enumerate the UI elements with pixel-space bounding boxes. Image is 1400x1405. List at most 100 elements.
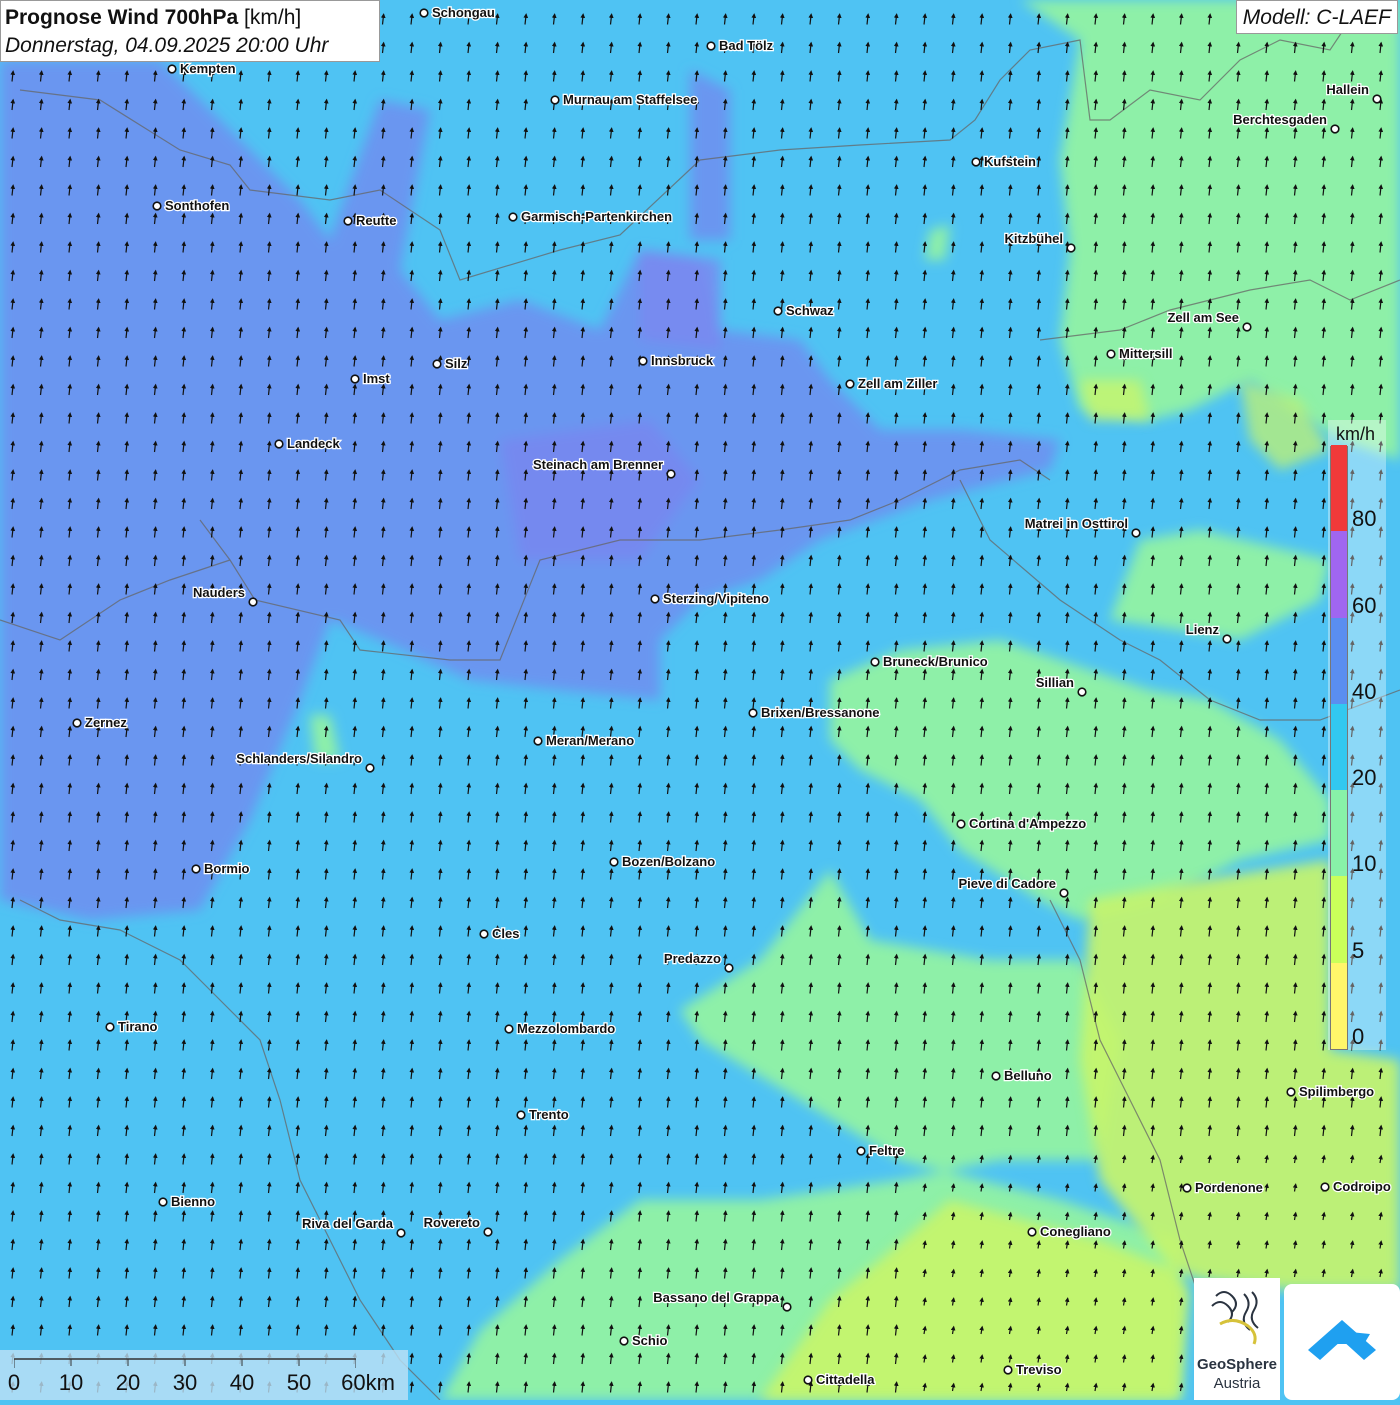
place-dot-icon (1059, 888, 1069, 898)
scale-label: 60km (341, 1370, 395, 1395)
place-marker[interactable]: Garmisch-Partenkirchen (508, 208, 673, 225)
place-dot-icon (504, 1024, 514, 1034)
model-label: Modell: C-LAEF (1235, 0, 1398, 34)
place-label: Meran/Merano (546, 733, 634, 748)
place-dot-icon (773, 306, 783, 316)
place-label: Lienz (1186, 622, 1220, 637)
place-dot-icon (1066, 243, 1076, 253)
weather-app-logo[interactable] (1284, 1284, 1400, 1400)
place-dot-icon (533, 736, 543, 746)
place-dot-icon (419, 8, 429, 18)
place-dot-icon (343, 216, 353, 226)
place-label: Feltre (869, 1143, 904, 1158)
geosphere-logo[interactable]: GeoSphere Austria (1194, 1278, 1280, 1400)
place-dot-icon (638, 356, 648, 366)
place-marker[interactable]: Zell am Ziller (845, 375, 939, 392)
place-dot-icon (516, 1110, 526, 1120)
place-label: Kitzbühel (1005, 231, 1064, 246)
place-dot-icon (870, 657, 880, 667)
wind-legend: km/h 0 5 10 20 40 60 80 (1328, 420, 1386, 1050)
place-label: Hallein (1326, 82, 1369, 97)
legend-swatch (1331, 790, 1347, 877)
legend-label: 5 (1352, 937, 1365, 963)
place-dot-icon (845, 379, 855, 389)
place-label: Bozen/Bolzano (622, 854, 715, 869)
wind-map[interactable]: Schongau Bad Tölz Kempten Hallein Murnau am … (0, 0, 1400, 1400)
place-marker[interactable]: Murnau am Staffelsee (550, 91, 699, 108)
place-dot-icon (508, 212, 518, 222)
scale-ruler (14, 1358, 356, 1368)
place-dot-icon (365, 763, 375, 773)
place-dot-icon (1330, 124, 1340, 134)
place-marker[interactable]: Sterzing/Vipiteno (650, 590, 770, 607)
place-dot-icon (724, 963, 734, 973)
place-marker[interactable]: Innsbruck (638, 352, 715, 369)
place-label: Bruneck/Brunico (883, 654, 988, 669)
place-marker[interactable]: Bozen/Bolzano (609, 853, 716, 870)
legend-label: 10 (1352, 851, 1377, 877)
place-label: Imst (363, 371, 390, 386)
place-marker[interactable]: Mezzolombardo (504, 1020, 617, 1037)
place-label: Bienno (171, 1194, 215, 1209)
place-dot-icon (1372, 94, 1382, 104)
place-marker[interactable]: Spilimbergo (1286, 1083, 1375, 1100)
place-dot-icon (706, 41, 716, 51)
place-label: Bormio (204, 861, 250, 876)
place-marker[interactable]: Meran/Merano (533, 732, 635, 749)
map-title-unit: [km/h] (244, 6, 302, 29)
place-label: Schwaz (786, 303, 834, 318)
scale-label: 20 (115, 1370, 141, 1395)
place-marker[interactable]: Pordenone (1182, 1179, 1264, 1196)
legend-label: 20 (1352, 765, 1377, 791)
place-dot-icon (483, 1227, 493, 1237)
place-marker[interactable]: Sonthofen (152, 197, 231, 214)
place-dot-icon (1320, 1182, 1330, 1192)
place-label: Bassano del Grappa (653, 1290, 779, 1305)
place-dot-icon (274, 439, 284, 449)
scale-label: 50 (286, 1370, 312, 1395)
legend-swatch (1331, 962, 1347, 1049)
legend-color-bar (1330, 445, 1348, 1050)
place-marker[interactable]: Brixen/Bressanone (748, 704, 881, 721)
place-dot-icon (432, 359, 442, 369)
place-marker[interactable]: Conegliano (1027, 1223, 1112, 1240)
place-dot-icon (1077, 687, 1087, 697)
forecast-datetime: Donnerstag, 04.09.2025 20:00 Uhr (5, 34, 329, 57)
place-marker[interactable]: Cortina d'Ampezzo (956, 815, 1088, 832)
place-label: Landeck (287, 436, 341, 451)
place-dot-icon (991, 1071, 1001, 1081)
place-label: Berchtesgaden (1233, 112, 1327, 127)
place-dot-icon (158, 1197, 168, 1207)
geosphere-logo-line1: GeoSphere (1196, 1356, 1278, 1373)
place-dot-icon (1106, 349, 1116, 359)
place-label: Reutte (356, 213, 396, 228)
scale-label: 10 (58, 1370, 84, 1395)
place-label: Murnau am Staffelsee (563, 92, 697, 107)
legend-swatch (1331, 531, 1347, 618)
place-marker[interactable]: Schongau (419, 4, 496, 21)
place-dot-icon (1131, 528, 1141, 538)
place-dot-icon (1222, 634, 1232, 644)
place-label: Cles (492, 926, 519, 941)
place-dot-icon (248, 597, 258, 607)
scale-bar: 0 10 20 30 40 50 60km (0, 1350, 408, 1400)
place-dot-icon (105, 1022, 115, 1032)
place-dot-icon (609, 857, 619, 867)
place-label: Zernez (85, 715, 127, 730)
place-label: Bad Tölz (719, 38, 774, 53)
place-label: Codroipo (1333, 1179, 1391, 1194)
place-dot-icon (350, 374, 360, 384)
legend-label: 60 (1352, 592, 1377, 618)
place-dot-icon (479, 929, 489, 939)
place-dot-icon (1242, 322, 1252, 332)
place-label: Spilimbergo (1299, 1084, 1374, 1099)
place-marker[interactable]: Bruneck/Brunico (870, 653, 989, 670)
legend-swatch (1331, 703, 1347, 791)
place-label: Mittersill (1119, 346, 1172, 361)
place-label: Schongau (432, 5, 495, 20)
place-dot-icon (1027, 1227, 1037, 1237)
place-dot-icon (666, 469, 676, 479)
place-label: Garmisch-Partenkirchen (521, 209, 672, 224)
place-label: Zell am See (1167, 310, 1239, 325)
place-label: Riva del Garda (302, 1216, 394, 1231)
